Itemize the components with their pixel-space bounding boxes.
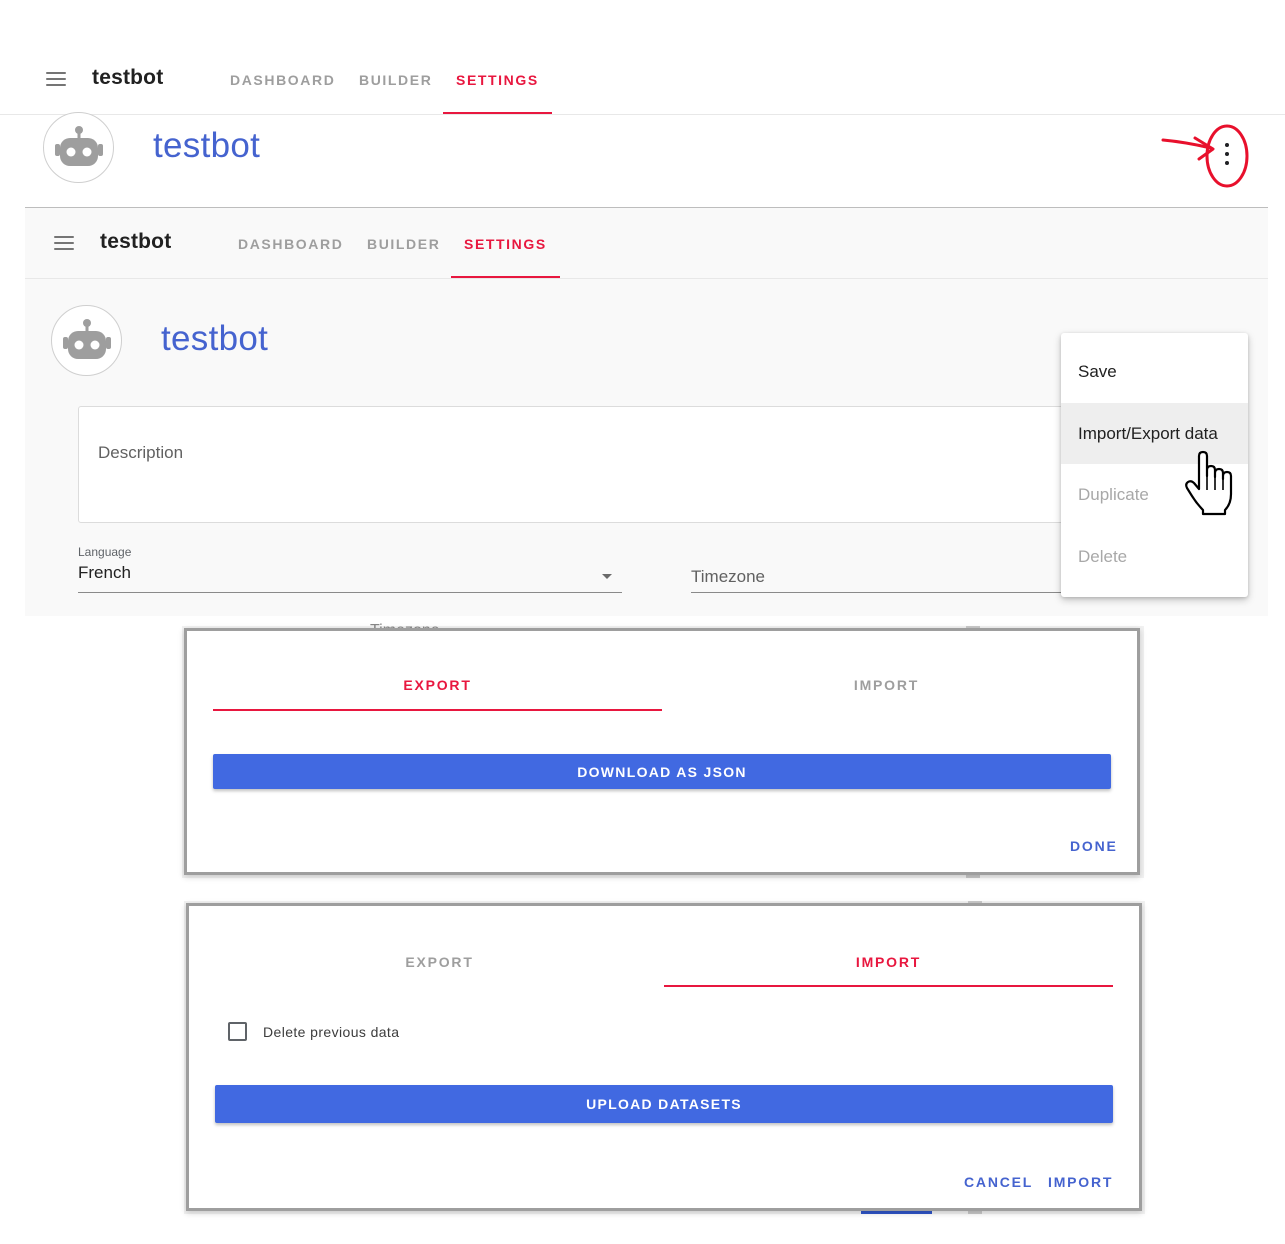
bot-name-heading-2: testbot bbox=[161, 319, 269, 358]
export-dialog: EXPORT IMPORT DOWNLOAD AS JSON DONE bbox=[184, 628, 1140, 875]
language-caption: Language bbox=[78, 545, 132, 559]
robot-icon bbox=[54, 125, 103, 166]
upload-datasets-button[interactable]: UPLOAD DATASETS bbox=[215, 1085, 1113, 1123]
hand-cursor-icon bbox=[1185, 450, 1233, 516]
bot-avatar-2 bbox=[51, 305, 122, 376]
export-tab-indicator bbox=[213, 709, 662, 711]
language-dropdown-icon[interactable] bbox=[602, 574, 612, 579]
appbar-divider bbox=[0, 114, 1285, 115]
download-json-button[interactable]: DOWNLOAD AS JSON bbox=[213, 754, 1111, 789]
annotation-arrow-icon bbox=[1161, 124, 1249, 188]
description-placeholder: Description bbox=[98, 443, 184, 462]
import-button[interactable]: IMPORT bbox=[1048, 1174, 1113, 1190]
timezone-placeholder[interactable]: Timezone bbox=[691, 567, 765, 587]
tab-builder-2[interactable]: BUILDER bbox=[367, 236, 440, 252]
tab-settings[interactable]: SETTINGS bbox=[456, 72, 539, 88]
bot-name-heading: testbot bbox=[153, 126, 261, 165]
delete-previous-data-label[interactable]: Delete previous data bbox=[263, 1024, 399, 1040]
bot-avatar bbox=[43, 112, 114, 183]
import-dialog: EXPORT IMPORT Delete previous data UPLOA… bbox=[186, 903, 1142, 1211]
app-title: testbot bbox=[92, 66, 164, 89]
delete-previous-data-checkbox[interactable] bbox=[228, 1022, 247, 1041]
import-tab-2[interactable]: IMPORT bbox=[664, 954, 1113, 970]
menu-item-delete[interactable]: Delete bbox=[1061, 526, 1248, 587]
import-tab-indicator bbox=[664, 985, 1113, 987]
timezone-underline bbox=[691, 592, 1071, 593]
export-tab-2[interactable]: EXPORT bbox=[215, 954, 664, 970]
menu-item-save[interactable]: Save bbox=[1061, 341, 1248, 402]
import-tab[interactable]: IMPORT bbox=[662, 677, 1111, 693]
language-underline bbox=[78, 592, 622, 593]
tab-dashboard-2[interactable]: DASHBOARD bbox=[238, 236, 343, 252]
description-field[interactable]: Description bbox=[78, 406, 1078, 523]
appbar-divider-2 bbox=[25, 278, 1268, 279]
app-title-2: testbot bbox=[100, 230, 172, 253]
hamburger-menu-icon[interactable] bbox=[46, 72, 66, 86]
robot-icon bbox=[62, 318, 111, 359]
tab-settings-2[interactable]: SETTINGS bbox=[464, 236, 547, 252]
done-button[interactable]: DONE bbox=[1070, 838, 1118, 854]
cancel-button[interactable]: CANCEL bbox=[964, 1174, 1033, 1190]
tab-dashboard[interactable]: DASHBOARD bbox=[230, 72, 335, 88]
hamburger-menu-icon-2[interactable] bbox=[54, 236, 74, 250]
tab-builder[interactable]: BUILDER bbox=[359, 72, 432, 88]
language-select-value[interactable]: French bbox=[78, 563, 131, 583]
export-tab[interactable]: EXPORT bbox=[213, 677, 662, 693]
